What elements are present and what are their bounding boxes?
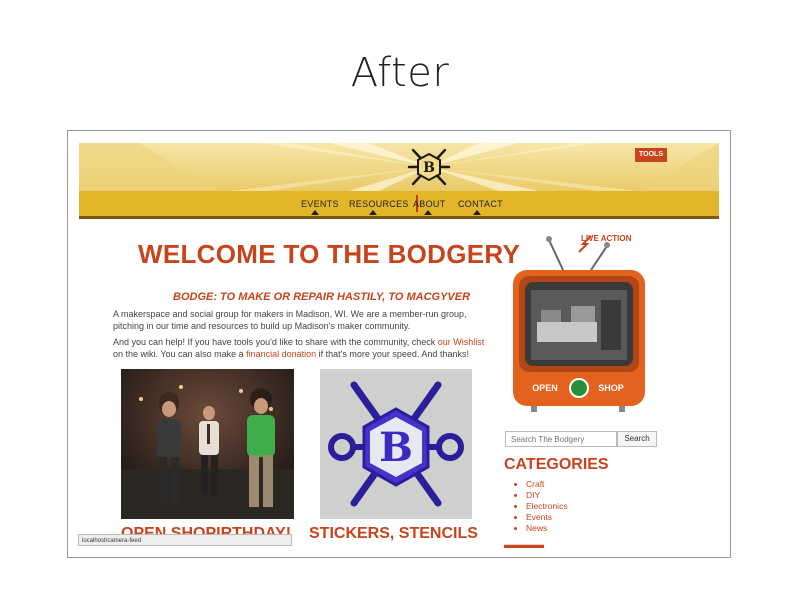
logo-letter: B: [423, 160, 435, 176]
category-link-news[interactable]: News: [526, 523, 568, 534]
tools-button[interactable]: TOOLS: [635, 148, 667, 162]
cut-off-heading: [504, 544, 544, 548]
categories-heading: CATEGORIES: [504, 456, 609, 473]
stickers-stencils-image[interactable]: B: [320, 369, 472, 519]
page-title: WELCOME TO THE BODGERY: [138, 239, 521, 269]
tv-shop-label: SHOP: [598, 383, 624, 393]
search-button[interactable]: Search: [617, 431, 657, 447]
category-link-craft[interactable]: Craft: [526, 479, 568, 490]
live-action-label: LIVE ACTION: [581, 234, 632, 243]
header-rays-graphic: [79, 143, 719, 191]
nav-caret-about-icon: [424, 210, 432, 215]
financial-donation-link[interactable]: financial donation: [246, 349, 316, 359]
search-input[interactable]: [505, 431, 617, 447]
nav-caret-contact-icon: [473, 210, 481, 215]
help-text-start: And you can help! If you have tools you'…: [113, 337, 438, 347]
nav-caret-events-icon: [311, 210, 319, 215]
browser-status-bar: localhost/camera-feed: [78, 534, 292, 546]
nav-item-about[interactable]: ABOUT: [413, 199, 446, 209]
wishlist-link[interactable]: our Wishlist: [438, 337, 485, 347]
nav-caret-resources-icon: [369, 210, 377, 215]
browser-screenshot-frame: B TOOLS EVENTS RESOURCES ABOUT CONTACT W…: [67, 130, 731, 558]
nav-item-contact[interactable]: CONTACT: [458, 199, 503, 209]
nav-item-resources[interactable]: RESOURCES: [349, 199, 409, 209]
category-link-electronics[interactable]: Electronics: [526, 501, 568, 512]
nav-item-events[interactable]: EVENTS: [301, 199, 339, 209]
category-link-events[interactable]: Events: [526, 512, 568, 523]
live-action-tv-widget[interactable]: LIVE ACTION OPEN SHOP: [501, 230, 656, 415]
card-title-stickers[interactable]: STICKERS, STENCILS: [309, 525, 478, 543]
intro-paragraph: A makerspace and social group for makers…: [113, 309, 467, 331]
help-text-end: if that's more your speed. And thanks!: [316, 349, 469, 359]
site-header: B TOOLS: [79, 143, 719, 191]
page-caption: After: [350, 50, 450, 96]
tv-open-label: OPEN: [532, 383, 558, 393]
help-paragraph: And you can help! If you have tools you'…: [113, 336, 495, 360]
category-link-diy[interactable]: DIY: [526, 490, 568, 501]
sticker-logo-letter: B: [379, 424, 413, 471]
bodgery-logo[interactable]: B: [407, 146, 451, 188]
page-subtitle: BODGE: TO MAKE OR REPAIR HASTILY, TO MAC…: [173, 291, 471, 303]
categories-list: Craft DIY Electronics Events News: [514, 479, 568, 534]
help-text-mid: on the wiki. You can also make a: [113, 349, 247, 359]
open-shop-birthday-image[interactable]: [121, 369, 294, 519]
main-nav: EVENTS RESOURCES ABOUT CONTACT: [79, 191, 719, 219]
